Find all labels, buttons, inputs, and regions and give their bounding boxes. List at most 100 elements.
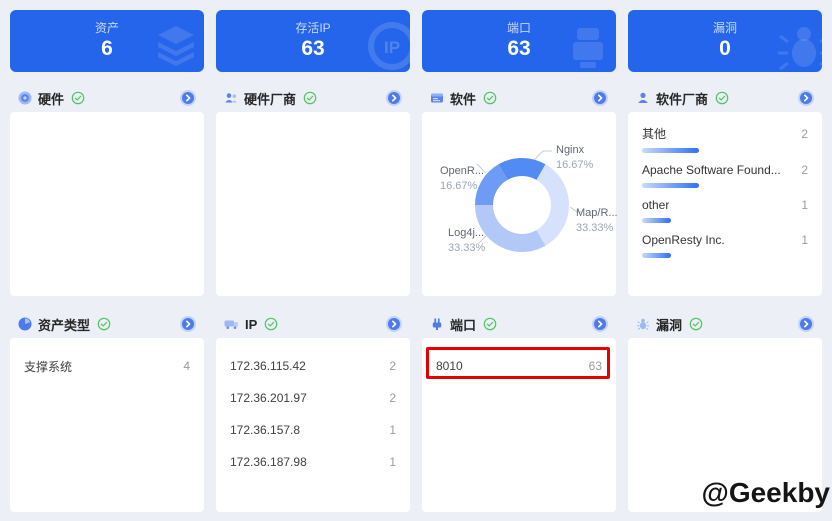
stat-card-label: 存活IP	[295, 21, 331, 35]
stat-card-ports[interactable]: 端口 63	[422, 10, 616, 72]
panel-header-hardware: 硬件	[10, 87, 204, 109]
panel-header-asset-type: 资产类型	[10, 313, 204, 335]
donut-segment-1[interactable]	[536, 164, 570, 246]
vendor-bar-fill	[642, 253, 671, 258]
hardware-icon	[18, 91, 32, 105]
chevron-right-button[interactable]	[386, 316, 402, 332]
donut-svg	[475, 150, 582, 253]
check-circle-icon	[97, 317, 111, 331]
chevron-right-button[interactable]	[180, 90, 196, 106]
vendor-name: other	[642, 198, 670, 212]
vendor-name: OpenResty Inc.	[642, 233, 725, 247]
port-icon	[432, 318, 442, 330]
check-circle-icon	[689, 317, 703, 331]
panel-title: 硬件厂商	[244, 91, 297, 107]
donut-label-mapr: Map/R... 33.33%	[576, 207, 618, 234]
panel-body-ip: 172.36.115.42 2 172.36.201.97 2 172.36.1…	[216, 338, 410, 512]
donut-label-nginx: Nginx 16.67%	[556, 144, 594, 171]
panel-header-software: 软件	[422, 87, 616, 109]
panel-title: 软件厂商	[656, 91, 709, 107]
vendor-row[interactable]: Apache Software Found... 2	[628, 153, 822, 188]
panel-body-software: Nginx 16.67% Map/R... 33.33% Log4j... 33…	[422, 112, 618, 296]
panel-title: 硬件	[38, 91, 65, 107]
vendor-row[interactable]: 其他 2	[628, 115, 822, 153]
donut-label-log4j: Log4j... 33.33%	[448, 227, 486, 254]
check-circle-icon	[483, 91, 497, 105]
check-circle-icon	[303, 91, 317, 105]
stat-card-alive-ip[interactable]: 存活IP 63 IP	[216, 10, 410, 72]
chevron-right-button[interactable]	[386, 90, 402, 106]
item-label: 支撑系统	[24, 359, 73, 374]
item-count: 63	[588, 359, 602, 373]
vendor-count: 1	[801, 198, 808, 212]
donut-segment-2[interactable]	[475, 205, 546, 253]
panel-title: 软件	[450, 91, 477, 107]
panel-body-software-vendor: 其他 2 Apache Software Found... 2 other 1 …	[628, 112, 822, 296]
item-count: 2	[389, 391, 396, 405]
item-count: 1	[389, 423, 396, 437]
chevron-right-button[interactable]	[592, 316, 608, 332]
vendor-count: 2	[801, 126, 808, 141]
panel-body-hardware	[10, 112, 204, 296]
panel-title: 端口	[450, 317, 477, 333]
panel-header-port: 端口	[422, 313, 616, 335]
panel-title: IP	[245, 316, 258, 332]
list-item[interactable]: 172.36.187.98 1	[216, 446, 410, 478]
list-item[interactable]: 支撑系统 4	[10, 350, 204, 382]
stat-card-label: 资产	[94, 21, 119, 35]
panel-body-asset-type: 支撑系统 4	[10, 338, 204, 512]
vendor-name: 其他	[642, 127, 667, 141]
panel-header-software-vendor: 软件厂商	[628, 87, 822, 109]
vulnerability-bug-icon	[637, 318, 649, 330]
chevron-right-button[interactable]	[798, 90, 814, 106]
check-circle-icon	[264, 317, 278, 331]
stat-card-value: 63	[301, 37, 325, 60]
item-label: 172.36.201.97	[230, 391, 307, 405]
donut-label-openr: OpenR... 16.67%	[440, 165, 485, 192]
software-vendor-list: 其他 2 Apache Software Found... 2 other 1 …	[628, 112, 822, 258]
item-label: 172.36.187.98	[230, 455, 307, 469]
stat-card-label: 端口	[506, 21, 531, 35]
list-item[interactable]: 172.36.115.42 2	[216, 350, 410, 382]
item-label: 172.36.157.8	[230, 423, 301, 437]
item-label: 172.36.115.42	[230, 359, 306, 373]
stat-card-assets[interactable]: 资产 6	[10, 10, 204, 72]
item-count: 1	[389, 455, 396, 469]
list-item[interactable]: 8010 63	[422, 350, 616, 382]
panel-title: 漏洞	[656, 317, 683, 333]
dashboard-page: 资产 6 存活IP 63 IP 端口 63 漏洞 0 硬件 硬件厂商 软件 软件…	[0, 0, 832, 521]
vendor-name: Apache Software Found...	[642, 163, 781, 177]
panel-header-hardware-vendor: 硬件厂商	[216, 87, 410, 109]
software-donut-chart: Nginx 16.67% Map/R... 33.33% Log4j... 33…	[422, 112, 618, 296]
vendor-count: 2	[801, 163, 808, 177]
check-circle-icon	[483, 317, 497, 331]
watermark: @Geekby	[701, 477, 830, 508]
chevron-right-button[interactable]	[180, 316, 196, 332]
donut-connector-nginx	[533, 150, 552, 161]
chevron-right-button[interactable]	[798, 316, 814, 332]
person-icon	[638, 92, 648, 103]
vendor-row[interactable]: OpenResty Inc. 1	[628, 223, 822, 258]
chevron-right-button[interactable]	[592, 90, 608, 106]
item-count: 4	[183, 359, 190, 373]
list-item[interactable]: 172.36.201.97 2	[216, 382, 410, 414]
panel-title: 资产类型	[38, 317, 91, 333]
list-item[interactable]: 172.36.157.8 1	[216, 414, 410, 446]
check-circle-icon	[71, 91, 85, 105]
vendor-count: 1	[801, 233, 808, 247]
panel-header-vulnerability: 漏洞	[628, 313, 822, 335]
item-count: 2	[389, 359, 396, 373]
stat-card-value: 63	[507, 37, 531, 60]
stat-card-value: 6	[101, 37, 113, 60]
ip-icon	[224, 320, 238, 329]
stat-card-label: 漏洞	[712, 21, 737, 35]
stat-card-vulns[interactable]: 漏洞 0	[628, 10, 822, 72]
window-icon	[431, 93, 443, 103]
stat-card-value: 0	[719, 37, 731, 60]
people-icon	[225, 93, 237, 103]
item-label: 8010	[436, 359, 463, 373]
vendor-row[interactable]: other 1	[628, 188, 822, 223]
asset-type-icon	[18, 317, 32, 331]
check-circle-icon	[715, 91, 729, 105]
panel-header-ip: IP	[216, 313, 410, 335]
